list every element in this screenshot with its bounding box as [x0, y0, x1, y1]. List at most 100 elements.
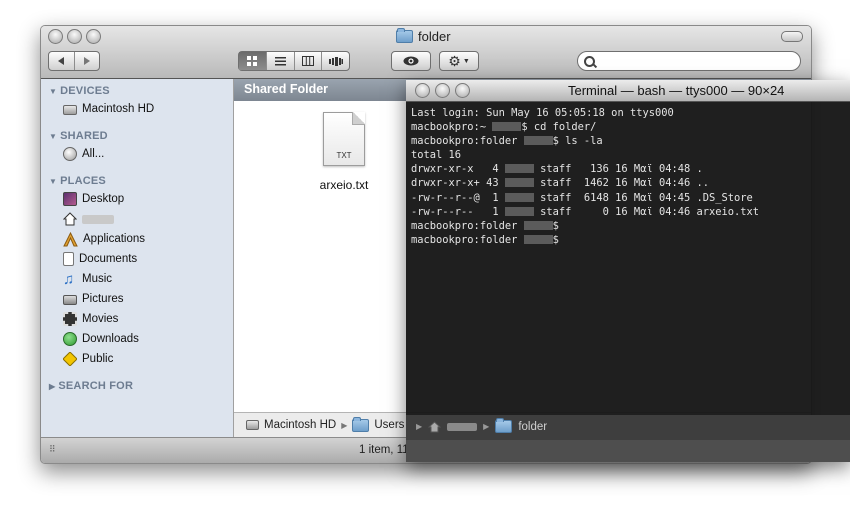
view-switcher	[238, 51, 350, 71]
list-view-button[interactable]	[267, 52, 295, 70]
sidebar-item-public[interactable]: Public	[63, 350, 113, 368]
forward-button[interactable]	[75, 52, 100, 70]
hard-drive-icon	[63, 105, 77, 115]
sidebar-item-pictures[interactable]: Pictures	[63, 290, 124, 308]
file-type-label: TXT	[336, 151, 352, 160]
redacted-owner	[504, 206, 534, 216]
sidebar-item-documents[interactable]: Documents	[63, 250, 137, 268]
home-folder-label-redacted	[447, 422, 478, 431]
path-segment-macintosh-hd[interactable]: Macintosh HD	[264, 419, 336, 431]
eye-icon	[403, 56, 419, 66]
sidebar-item-label: Music	[82, 273, 113, 285]
redacted-username	[523, 234, 553, 244]
sidebar: ▼ DEVICES Macintosh HD ▼ SHARED All... ▼ PL…	[41, 79, 234, 437]
home-icon	[428, 420, 442, 432]
redacted-owner	[504, 164, 534, 174]
terminal-line: drwxr-xr-x+ 43 staff 1462 16 Μαϊ 04:46 .…	[411, 177, 710, 190]
documents-icon	[63, 252, 74, 266]
cover-flow-button[interactable]	[322, 52, 349, 70]
terminal-line: total 16	[411, 149, 462, 162]
sidebar-heading-shared[interactable]: ▼ SHARED	[49, 130, 108, 142]
redacted-username	[523, 136, 553, 146]
downloads-icon	[63, 332, 77, 346]
terminal-line: macbookpro:folder $ ls -la	[411, 135, 603, 148]
desktop-icon	[63, 192, 77, 206]
content-header-title: Shared Folder	[244, 82, 329, 96]
path-segment-users[interactable]: Users	[374, 419, 404, 431]
left-arrow-icon	[58, 57, 65, 65]
terminal-line: macbookpro:folder $	[411, 233, 559, 246]
path-separator-icon: ▶	[483, 422, 490, 431]
sidebar-item-label: Public	[82, 353, 114, 365]
terminal-lower-area: ▶ ▶ folder	[406, 415, 850, 440]
sidebar-item-all[interactable]: All...	[63, 145, 104, 163]
terminal-bottom-strip	[406, 440, 850, 462]
sidebar-item-label: Movies	[82, 313, 119, 325]
folder-icon	[495, 418, 513, 433]
cover-flow-icon	[328, 56, 343, 66]
sidebar-heading-devices[interactable]: ▼ DEVICES	[49, 85, 110, 97]
window-title: folder	[396, 27, 451, 44]
music-note-icon: ♫	[63, 270, 75, 288]
terminal-output[interactable]: Last login: Sun May 16 05:05:18 on ttys0…	[411, 106, 847, 247]
redacted-owner	[504, 178, 534, 188]
search-field[interactable]	[577, 51, 801, 71]
sidebar-item-home[interactable]	[63, 210, 114, 228]
folder-icon	[396, 27, 413, 43]
terminal-minimize-button[interactable]	[435, 83, 450, 98]
home-icon	[63, 212, 77, 226]
terminal-line: -rw-r--r-- 1 staff 0 16 Μαϊ 04:46 arxeio…	[411, 205, 760, 218]
zoom-button[interactable]	[86, 29, 101, 44]
chevron-down-icon: ▼	[462, 57, 470, 65]
sidebar-item-label: Pictures	[82, 293, 124, 305]
action-menu-button[interactable]: ⚙ ▼	[439, 51, 479, 71]
redacted-username	[523, 220, 553, 230]
public-icon	[63, 352, 77, 366]
icon-view-button[interactable]	[239, 52, 267, 70]
terminal-zoom-button[interactable]	[455, 83, 470, 98]
window-title-text: folder	[418, 28, 451, 44]
path-separator-icon: ▶	[416, 422, 423, 431]
sidebar-item-label: All...	[82, 148, 105, 160]
search-icon	[584, 56, 595, 67]
sidebar-heading-places[interactable]: ▼ PLACES	[49, 175, 106, 187]
terminal-window: Terminal — bash — ttys000 — 90×24 Last l…	[406, 80, 850, 462]
sidebar-item-desktop[interactable]: Desktop	[63, 190, 124, 208]
gear-icon: ⚙	[448, 53, 461, 69]
terminal-line: macbookpro:folder $	[411, 219, 559, 232]
file-item[interactable]: TXT arxeio.txt	[294, 112, 394, 192]
terminal-close-button[interactable]	[415, 83, 430, 98]
back-forward-control	[48, 51, 100, 71]
users-folder-icon	[352, 416, 370, 432]
toolbar-toggle-button[interactable]	[781, 31, 803, 42]
camera-icon	[63, 295, 77, 305]
icon-view-icon	[247, 56, 258, 66]
sidebar-item-label: Documents	[79, 253, 138, 265]
text-document-icon: TXT	[323, 112, 365, 166]
network-globe-icon	[63, 147, 77, 161]
terminal-line: -rw-r--r--@ 1 staff 6148 16 Μαϊ 04:45 .D…	[411, 191, 753, 204]
terminal-title: Terminal — bash — ttys000 — 90×24	[568, 83, 785, 98]
sidebar-item-applications[interactable]: Applications	[63, 230, 145, 248]
sidebar-item-label: Downloads	[82, 333, 139, 345]
minimize-button[interactable]	[67, 29, 82, 44]
sidebar-heading-search-for[interactable]: ▶ SEARCH FOR	[49, 380, 133, 392]
quick-look-button[interactable]	[391, 51, 431, 71]
sidebar-item-label: Desktop	[82, 193, 125, 205]
search-input[interactable]	[598, 54, 792, 70]
terminal-title-bar: Terminal — bash — ttys000 — 90×24	[406, 80, 850, 102]
sidebar-item-macintosh-hd[interactable]: Macintosh HD	[63, 100, 154, 118]
path-segment-folder[interactable]: folder	[518, 421, 547, 433]
terminal-line: macbookpro:~ $ cd folder/	[411, 121, 597, 134]
terminal-line: Last login: Sun May 16 05:05:18 on ttys0…	[411, 107, 674, 119]
home-folder-label-redacted	[82, 214, 114, 224]
close-button[interactable]	[48, 29, 63, 44]
path-bar-overlap: ▶ ▶ folder	[416, 418, 547, 433]
back-button[interactable]	[49, 52, 75, 70]
column-view-button[interactable]	[295, 52, 323, 70]
sidebar-item-downloads[interactable]: Downloads	[63, 330, 139, 348]
file-name: arxeio.txt	[319, 178, 369, 192]
sidebar-item-music[interactable]: ♫ Music	[63, 270, 112, 288]
sidebar-item-movies[interactable]: Movies	[63, 310, 118, 328]
film-icon	[63, 312, 77, 326]
